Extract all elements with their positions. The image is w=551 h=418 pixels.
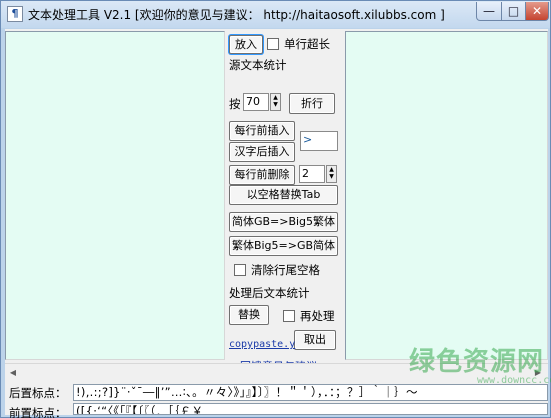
insert-before-each-line-button[interactable]: 每行前插入 [229, 121, 295, 141]
result-text-area[interactable] [345, 31, 548, 360]
reprocess-label: 再处理 [300, 309, 335, 323]
scroll-left-arrow-icon[interactable]: ◀ [5, 365, 21, 380]
clear-trailing-spaces-checkbox[interactable] [234, 264, 246, 276]
minimize-button[interactable]: — [476, 2, 502, 21]
delete-count-spinner[interactable]: ▲ ▼ [326, 165, 337, 183]
trailing-punctuation-label: 后置标点： [9, 386, 67, 400]
processed-stats-label: 处理后文本统计 [229, 286, 310, 300]
watermark-url: www.downcc.com [477, 375, 551, 386]
single-line-overlong-checkbox[interactable] [267, 38, 279, 50]
replace-spaces-tab-button[interactable]: 以空格替换Tab [229, 185, 338, 205]
gb-to-big5-button[interactable]: 简体GB=>Big5繁体 [229, 212, 338, 232]
close-button[interactable]: ✕ [525, 2, 549, 21]
press-label: 按 [229, 97, 241, 111]
wrap-button[interactable]: 折行 [289, 93, 335, 114]
delete-before-each-line-button[interactable]: 每行前删除 [229, 165, 295, 185]
leading-punctuation-input[interactable]: ([{·‘“〈《「『【〔〖（．［｛￡￥ [73, 403, 548, 415]
single-line-overlong-label: 单行超长 [284, 37, 330, 51]
source-text-area[interactable] [5, 31, 225, 360]
delete-count-input[interactable]: 2 [299, 165, 325, 183]
window-title: 文本处理工具 V2.1 [欢迎你的意见与建议： http://haitaosof… [28, 8, 445, 22]
clear-trailing-spaces-label: 清除行尾空格 [251, 263, 320, 277]
app-window: ¶ 文本处理工具 V2.1 [欢迎你的意见与建议： http://haitaos… [0, 0, 551, 418]
reprocess-checkbox[interactable] [283, 310, 295, 322]
cancel-button[interactable]: 取出 [294, 330, 336, 350]
watermark-text: 绿色资源网 [409, 347, 545, 377]
maximize-button[interactable]: □ [501, 2, 526, 21]
insert-after-hanzi-button[interactable]: 汉字后插入 [229, 142, 295, 162]
replace-button[interactable]: 替换 [229, 305, 269, 325]
document-edit-icon: ¶ [7, 6, 23, 22]
trailing-punctuation-input[interactable]: !),.:;?]}¨·ˇˉ―‖’”…∶、。〃々〉》」』】〕〗！＂＇），．：；？］… [73, 384, 548, 401]
copypaste-link[interactable]: copypaste.y [229, 339, 295, 350]
control-panel: 放入 单行超长 源文本统计 按 70 ▲ ▼ 折行 每行前插入 汉字后插入 > 每… [225, 29, 345, 373]
wrap-width-input[interactable]: 70 [243, 93, 269, 111]
title-bar[interactable]: ¶ 文本处理工具 V2.1 [欢迎你的意见与建议： http://haitaos… [1, 1, 550, 28]
source-stats-label: 源文本统计 [229, 58, 287, 72]
big5-to-gb-button[interactable]: 繁体Big5=>GB简体 [229, 236, 338, 256]
zoom-button[interactable]: 放入 [229, 35, 263, 54]
insert-text-input[interactable]: > [300, 131, 338, 151]
wrap-width-spinner[interactable]: ▲ ▼ [270, 93, 281, 111]
leading-punctuation-label: 前置标点： [9, 406, 67, 418]
